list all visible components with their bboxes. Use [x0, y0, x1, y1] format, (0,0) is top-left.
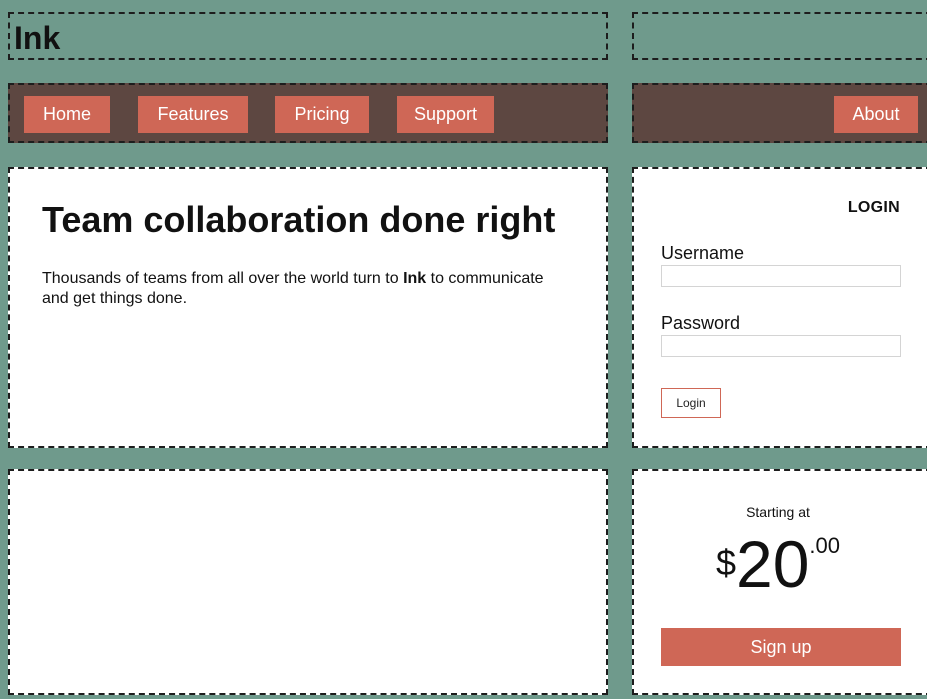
- hero-brand: Ink: [403, 270, 427, 287]
- price-amount: 20: [736, 527, 810, 601]
- password-input[interactable]: [661, 335, 901, 357]
- pricing-panel: Starting at $20.00 Sign up: [632, 469, 927, 695]
- login-panel: LOGIN Username Password Login: [632, 167, 927, 448]
- price-display: $20.00: [634, 531, 922, 597]
- signup-button[interactable]: Sign up: [661, 628, 901, 666]
- username-label: Username: [661, 243, 745, 263]
- hero-title: Team collaboration done right: [42, 199, 556, 240]
- nav-bar-right: About: [632, 83, 927, 143]
- nav-pricing-button[interactable]: Pricing: [275, 96, 369, 133]
- content-panel: [8, 469, 608, 695]
- nav-about-button[interactable]: About: [834, 96, 918, 133]
- price-cents: .00: [809, 533, 841, 558]
- password-label: Password: [661, 313, 741, 333]
- nav-home-button[interactable]: Home: [24, 96, 110, 133]
- nav-bar: Home Features Pricing Support: [8, 83, 608, 143]
- username-input[interactable]: [661, 265, 901, 287]
- pricing-caption: Starting at: [746, 504, 810, 520]
- price-currency: $: [715, 542, 736, 583]
- login-button[interactable]: Login: [661, 388, 721, 418]
- hero-panel: Team collaboration done right Thousands …: [8, 167, 608, 448]
- hero-description: Thousands of teams from all over the wor…: [42, 269, 562, 309]
- nav-support-button[interactable]: Support: [397, 96, 494, 133]
- logo[interactable]: Ink: [14, 20, 60, 57]
- header-right: [632, 12, 927, 60]
- nav-features-button[interactable]: Features: [138, 96, 248, 133]
- login-title: LOGIN: [847, 199, 900, 216]
- hero-text-before: Thousands of teams from all over the wor…: [42, 270, 404, 287]
- header-left: Ink: [8, 12, 608, 60]
